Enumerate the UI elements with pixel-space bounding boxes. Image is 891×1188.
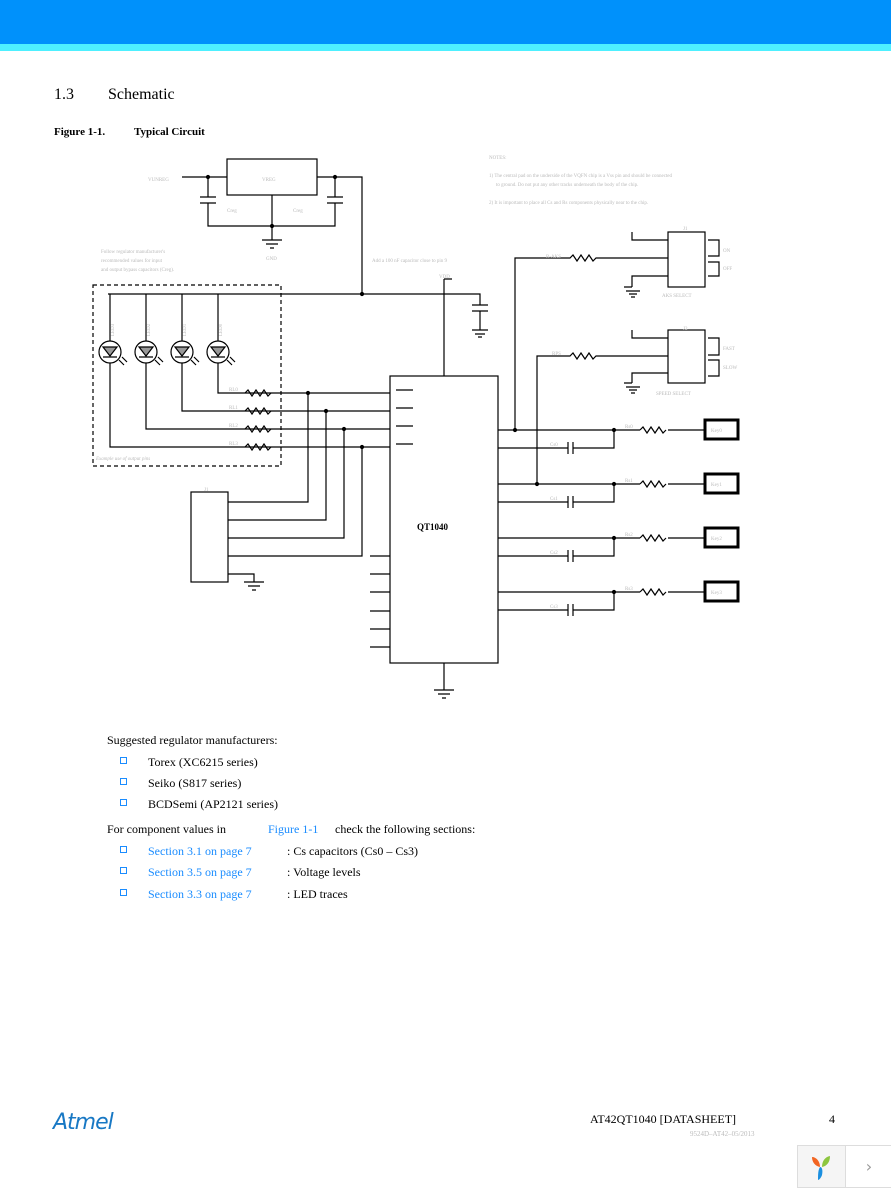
regulator-note-1: Follow regulator manufacturer's [101, 250, 165, 255]
section-3-5-link[interactable]: Section 3.5 on page 7 [148, 865, 252, 880]
key-label: Key3 [711, 591, 722, 596]
components-intro-after: check the following sections: [335, 822, 476, 836]
led-label: LED2 [147, 323, 152, 336]
sense-resistor [639, 533, 667, 543]
figure-1-1-link[interactable]: Figure 1-1 [268, 822, 318, 837]
regulator-note-3: and output bypass capacitors (Creg). [101, 268, 174, 273]
manufacturer-item: Torex (XC6215 series) [148, 755, 258, 769]
led-resistor-label: RL1 [229, 406, 238, 411]
typical-circuit-schematic: VUNREG VREG Creg Creg GND Follow regulat… [92, 156, 740, 699]
speed-switch-ref: J2 [683, 327, 688, 332]
sense-resistor-label: Rs3 [625, 587, 633, 592]
speed-resistor-label: RPS [552, 352, 561, 357]
led-resistor-label: RL3 [229, 442, 238, 447]
sense-cap-label: Cs0 [550, 443, 558, 448]
note-2: 2) It is important to place all Cs and R… [489, 201, 648, 206]
sense-cap-label: Cs1 [550, 497, 558, 502]
j1-label: J1 [204, 488, 209, 493]
section-3-3-link[interactable]: Section 3.3 on page 7 [148, 887, 252, 902]
section-3-1-link[interactable]: Section 3.1 on page 7 [148, 844, 252, 859]
manufacturer-item: Seiko (S817 series) [148, 776, 242, 790]
j1-connector [190, 491, 229, 583]
bullet-icon [120, 757, 127, 764]
section-desc: : Cs capacitors (Cs0 – Cs3) [287, 844, 418, 858]
sense-resistor [639, 479, 667, 489]
sense-channel: Key2 Rs2 Cs2 [498, 526, 740, 562]
bullet-icon [120, 846, 127, 853]
sense-cap-label: Cs3 [550, 605, 558, 610]
speed-slow-label: SLOW [723, 366, 737, 371]
led-label: LED0 [219, 323, 224, 336]
aks-select: R-AKS J1 ON OFF AKS SELECT [512, 227, 732, 433]
creg-out-label: Creg [293, 209, 303, 214]
key-label: Key1 [711, 483, 722, 488]
key-label: Key2 [711, 537, 722, 542]
sense-cap-label: Cs2 [550, 551, 558, 556]
sense-resistor-label: Rs1 [625, 479, 633, 484]
speed-caption: SPEED SELECT [656, 392, 691, 397]
components-intro: For component values in [107, 822, 226, 836]
viewer-logo-icon[interactable] [798, 1146, 844, 1187]
section-desc: : LED traces [287, 887, 348, 901]
led-box-caption: Example use of output pins [95, 457, 150, 462]
bullet-icon [120, 799, 127, 806]
led-example-box [92, 284, 282, 467]
sense-resistor-label: Rs0 [625, 425, 633, 430]
sense-channel: Key1 Rs1 Cs1 [498, 472, 740, 508]
section-desc: : Voltage levels [287, 865, 361, 879]
notes-title: NOTES: [489, 156, 507, 161]
speed-select: RPS J2 FAST SLOW SPEED SELECT [534, 327, 737, 487]
vunreg-label: VUNREG [148, 178, 169, 183]
aks-switch-ref: J1 [683, 227, 688, 232]
aks-off-label: OFF [723, 267, 732, 272]
manufacturer-item: BCDSemi (AP2121 series) [148, 797, 278, 811]
sense-channel: Key0 Rs0 Cs0 [498, 418, 740, 454]
aks-caption: AKS SELECT [662, 294, 692, 299]
bullet-icon [120, 778, 127, 785]
note-1a: 1) The central pad on the underside of t… [489, 174, 673, 179]
cap-note: Add a 100 nF capacitor close to pin 9 [372, 259, 447, 264]
speed-fast-label: FAST [723, 347, 735, 352]
sense-resistor-label: Rs2 [625, 533, 633, 538]
aks-resistor-label: R-AKS [546, 255, 561, 260]
atmel-logo: Atmel [53, 1110, 114, 1135]
doc-code: 9524D–AT42–05/2013 [690, 1130, 755, 1138]
viewer-nav: › [797, 1145, 891, 1188]
chevron-right-icon[interactable]: › [845, 1146, 891, 1187]
bullet-icon [120, 867, 127, 874]
bullet-icon [120, 889, 127, 896]
regulator: VUNREG VREG Creg Creg GND [148, 158, 363, 294]
sense-resistor [639, 587, 667, 597]
qt1040-chip [389, 375, 499, 664]
gnd-label: GND [266, 257, 277, 262]
led-resistor-label: RL0 [229, 388, 238, 393]
key-label: Key0 [711, 429, 722, 434]
sense-resistor [639, 425, 667, 435]
manufacturers-intro: Suggested regulator manufacturers: [107, 733, 278, 747]
page-number: 4 [829, 1112, 835, 1126]
doc-title: AT42QT1040 [DATASHEET] [590, 1112, 737, 1126]
led-resistor-label: RL2 [229, 424, 238, 429]
chip-name: QT1040 [417, 522, 449, 532]
creg-in-label: Creg [227, 209, 237, 214]
regulator-note-2: recommended values for input [101, 259, 163, 264]
aks-on-label: ON [723, 249, 731, 254]
note-1b: to ground. Do not put any other tracks u… [496, 183, 638, 188]
led-label: LED1 [183, 323, 188, 336]
vreg-label: VREG [262, 178, 276, 183]
sense-channel: Key3 Rs3 Cs3 [498, 580, 740, 616]
led: LED0 RL0 [206, 294, 413, 398]
led-label: LED3 [111, 323, 116, 336]
